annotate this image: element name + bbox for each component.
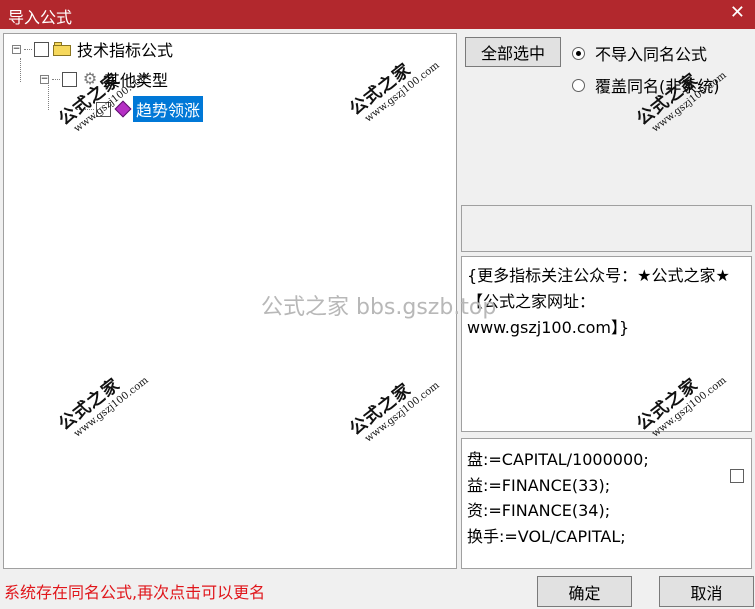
select-all-button[interactable]: 全部选中 — [465, 37, 561, 67]
folder-icon — [53, 42, 71, 56]
code-line: 盘:=CAPITAL/1000000; — [467, 450, 649, 469]
radio-overwrite-icon[interactable] — [572, 78, 585, 92]
tree-group-checkbox[interactable] — [62, 71, 77, 87]
tree-node-root[interactable]: − 技术指标公式 — [12, 38, 173, 60]
radio-skip-icon[interactable] — [572, 46, 585, 60]
formula-tree[interactable]: − 技术指标公式 − ⚙ 其他类型 趋势领涨 — [3, 33, 457, 569]
collapse-icon[interactable]: − — [40, 74, 49, 84]
tree-connector — [24, 48, 32, 50]
code-line: 换手:=VOL/CAPITAL; — [467, 526, 626, 546]
cancel-button[interactable]: 取消 — [659, 576, 754, 607]
tree-root-label: 技术指标公式 — [77, 41, 174, 60]
radio-overwrite-label: 覆盖同名(非系统) — [595, 77, 720, 96]
tree-node-group[interactable]: − ⚙ 其他类型 — [40, 68, 168, 90]
radio-skip-label: 不导入同名公式 — [595, 45, 708, 64]
window-title: 导入公式 — [8, 8, 73, 27]
close-icon[interactable]: ✕ — [730, 3, 745, 23]
description-text: {更多指标关注公众号：★公式之家★ 【公式之家网址：www.gszj100.co… — [467, 266, 730, 337]
tree-leaf-label[interactable]: 趋势领涨 — [133, 96, 204, 122]
tree-node-leaf[interactable]: 趋势领涨 — [76, 96, 204, 122]
formula-description: {更多指标关注公众号：★公式之家★ 【公式之家网址：www.gszj100.co… — [461, 256, 752, 432]
tree-connector — [52, 78, 60, 80]
code-line: 资:=FINANCE(34); — [467, 501, 611, 520]
radio-skip-duplicates[interactable]: 不导入同名公式 — [572, 41, 707, 65]
tree-leaf-checkbox[interactable] — [96, 101, 111, 117]
tree-group-label: 其他类型 — [104, 71, 169, 90]
code-side-strip — [725, 439, 751, 568]
code-lines: 盘:=CAPITAL/1000000; 益:=FINANCE(33); 资:=F… — [467, 447, 717, 549]
code-line: 益:=FINANCE(33); — [467, 475, 611, 495]
code-option-checkbox[interactable] — [730, 469, 744, 483]
tree-root-checkbox[interactable] — [34, 41, 49, 57]
tree-connector — [20, 58, 21, 82]
ok-button[interactable]: 确定 — [537, 576, 632, 607]
title-bar: 导入公式 ✕ — [0, 0, 755, 29]
formula-code-view[interactable]: 盘:=CAPITAL/1000000; 益:=FINANCE(33); 资:=F… — [461, 438, 752, 569]
status-message: 系统存在同名公式,再次点击可以更名 — [4, 583, 266, 602]
tree-connector — [76, 108, 94, 110]
radio-overwrite-duplicates[interactable]: 覆盖同名(非系统) — [572, 73, 720, 97]
empty-info-box — [461, 205, 752, 252]
formula-icon — [114, 100, 132, 118]
gear-icon: ⚙ — [82, 69, 98, 88]
collapse-icon[interactable]: − — [12, 44, 21, 54]
